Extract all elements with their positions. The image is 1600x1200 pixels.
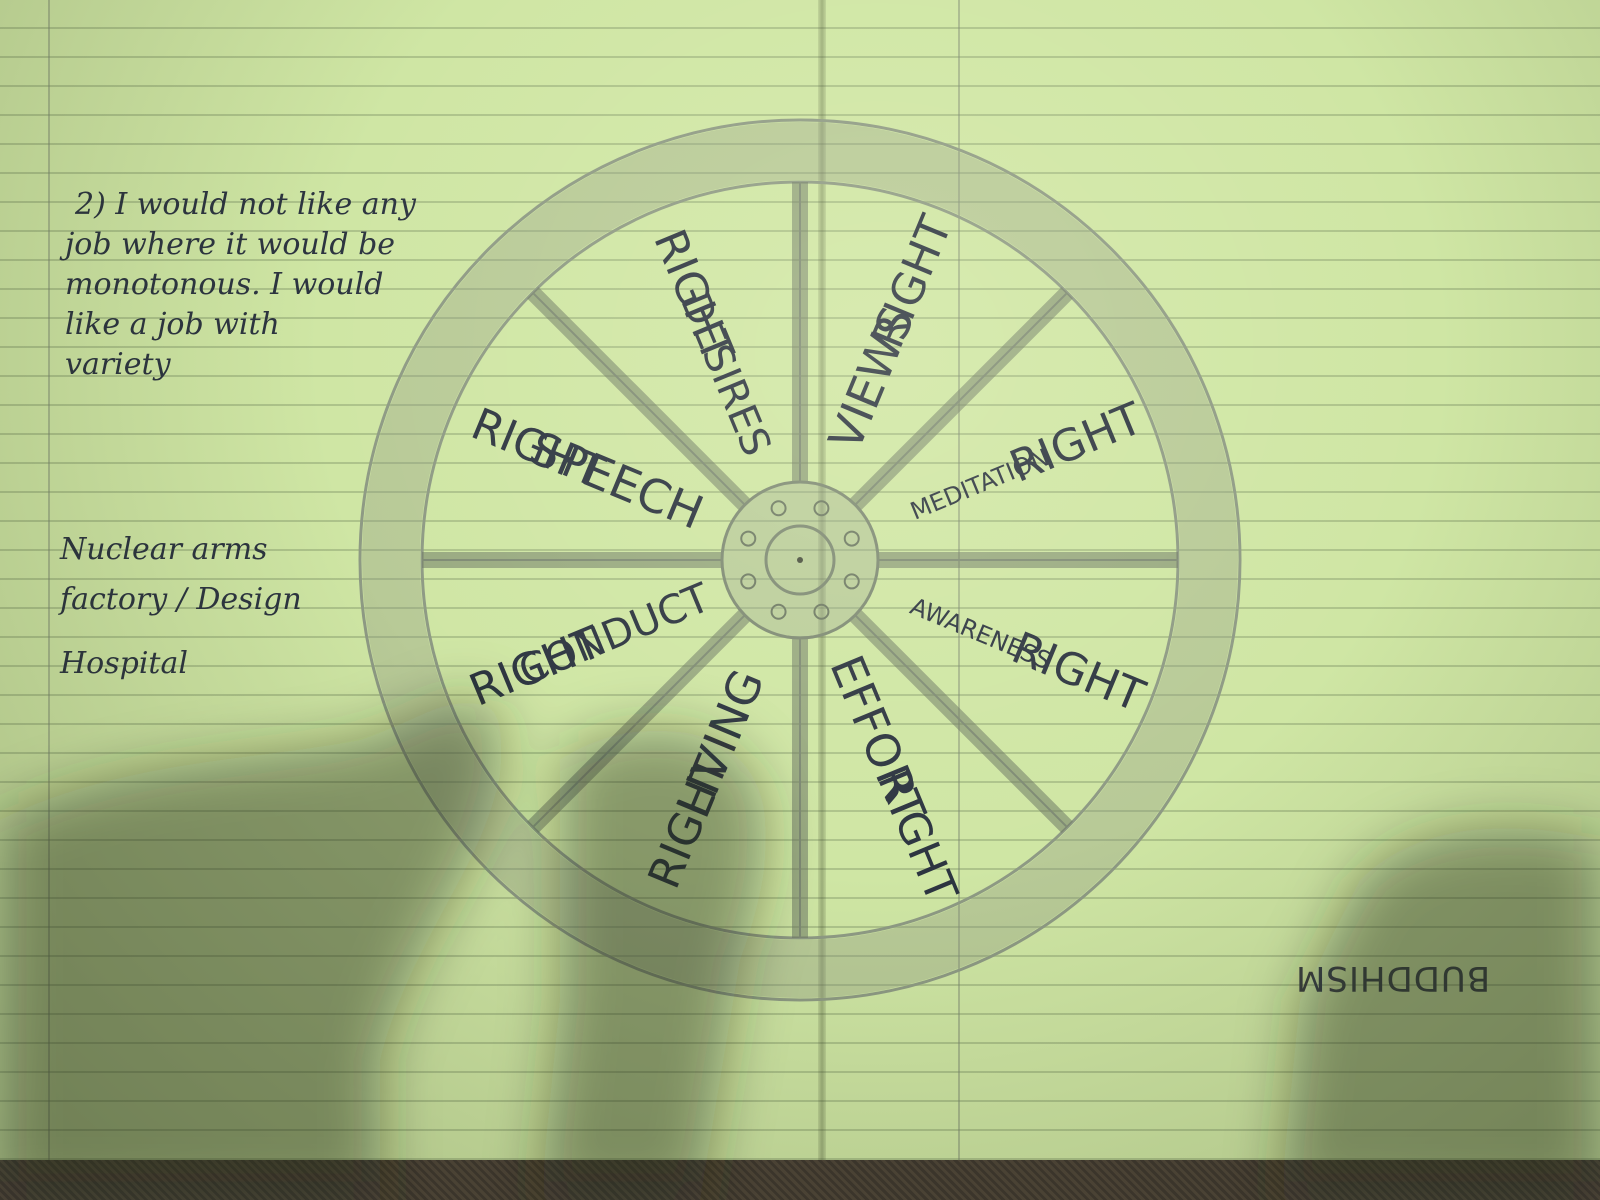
carpet-floor <box>0 1160 1600 1200</box>
left-margin-line <box>48 0 50 1175</box>
job-item: factory / Design <box>60 582 302 617</box>
wheel-hub <box>720 480 880 640</box>
dharma-wheel-drawing: RIGHTVIEWS RIGHTMEDITATIONRIGHTAWARENESSR… <box>358 118 1242 1002</box>
photo-scene: 2) I would not like any job where it wou… <box>0 0 1600 1200</box>
job-list: Nuclear arms factory / Design Hospital <box>60 530 302 708</box>
page-title-buddhism: BUDDHISM <box>1295 958 1491 998</box>
notebook-page: 2) I would not like any job where it wou… <box>0 0 1600 1175</box>
job-item: Nuclear arms <box>60 532 268 567</box>
segment-label-views: VIEWS <box>818 299 925 457</box>
job-item: Hospital <box>60 646 188 681</box>
